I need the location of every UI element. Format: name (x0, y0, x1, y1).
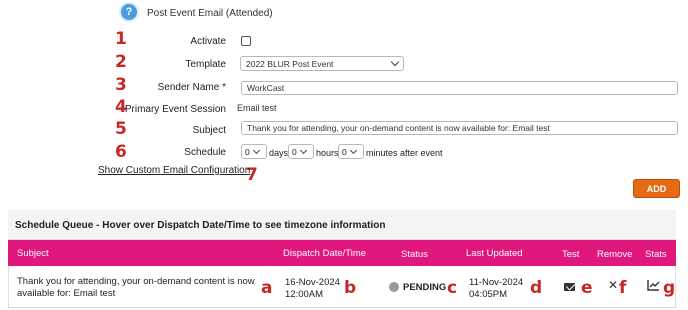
sender-name-label: Sender Name * (157, 82, 226, 93)
marker-2: 2 (115, 52, 127, 72)
column-subject: Subject (17, 248, 49, 259)
template-select[interactable]: 2022 BLUR Post Event (240, 56, 404, 71)
minutes-select[interactable]: 0 (338, 144, 364, 159)
status-dot-icon (389, 282, 399, 292)
primary-session-value: Email test (237, 103, 277, 113)
table-row: Thank you for attending, your on-demand … (8, 266, 676, 308)
marker-a: a (261, 278, 273, 298)
close-icon[interactable]: ✕ (608, 278, 618, 292)
marker-1: 1 (115, 29, 127, 49)
chevron-down-icon (349, 146, 357, 154)
marker-5: 5 (115, 119, 127, 139)
schedule-queue-title: Schedule Queue - Hover over Dispatch Dat… (15, 220, 386, 231)
status-badge: PENDING (403, 282, 447, 293)
line-chart-icon[interactable] (647, 279, 660, 291)
column-test: Test (562, 249, 580, 260)
show-custom-config-link[interactable]: Show Custom Email Configuration (98, 165, 250, 176)
question-circle-icon[interactable]: ? (121, 4, 137, 20)
minutes-select-value: 0 (342, 146, 347, 157)
column-last-updated: Last Updated (466, 248, 523, 259)
column-stats: Stats (645, 249, 667, 260)
days-select[interactable]: 0 (241, 144, 267, 159)
marker-d: d (530, 278, 543, 298)
chevron-down-icon (252, 146, 260, 154)
marker-f: f (619, 278, 627, 298)
subject-label: Subject (192, 125, 226, 136)
marker-e: e (581, 278, 593, 298)
section-title: Post Event Email (Attended) (147, 8, 273, 19)
marker-c: c (447, 278, 458, 298)
envelope-icon[interactable] (564, 283, 575, 291)
marker-b: b (344, 278, 357, 298)
template-select-value: 2022 BLUR Post Event (246, 58, 334, 69)
column-status: Status (401, 249, 428, 260)
sender-name-input[interactable]: WorkCast (241, 81, 678, 95)
activate-checkbox[interactable] (241, 36, 251, 46)
marker-6: 6 (115, 142, 127, 162)
minutes-label: minutes after event (366, 148, 443, 158)
marker-3: 3 (115, 75, 127, 95)
days-label: days (269, 148, 289, 158)
activate-label: Activate (190, 36, 226, 47)
template-label: Template (185, 59, 226, 70)
hours-select[interactable]: 0 (288, 144, 314, 159)
chevron-down-icon (390, 57, 400, 67)
row-subject-line2: available for: Email test (17, 288, 116, 299)
hours-label: hours (316, 148, 339, 158)
subject-input[interactable]: Thank you for attending, your on-demand … (241, 121, 678, 135)
chevron-down-icon (299, 146, 307, 154)
days-select-value: 0 (245, 146, 250, 157)
marker-g: g (663, 278, 676, 298)
add-button[interactable]: ADD (633, 179, 680, 198)
column-dispatch: Dispatch Date/Time (283, 248, 367, 259)
column-remove: Remove (597, 249, 633, 260)
hours-select-value: 0 (292, 146, 297, 157)
row-updated-time: 04:05PM (469, 289, 508, 300)
row-dispatch-time[interactable]: 12:00AM (285, 288, 323, 301)
schedule-label: Schedule (184, 147, 226, 158)
primary-session-label: Primary Event Session (124, 104, 226, 115)
